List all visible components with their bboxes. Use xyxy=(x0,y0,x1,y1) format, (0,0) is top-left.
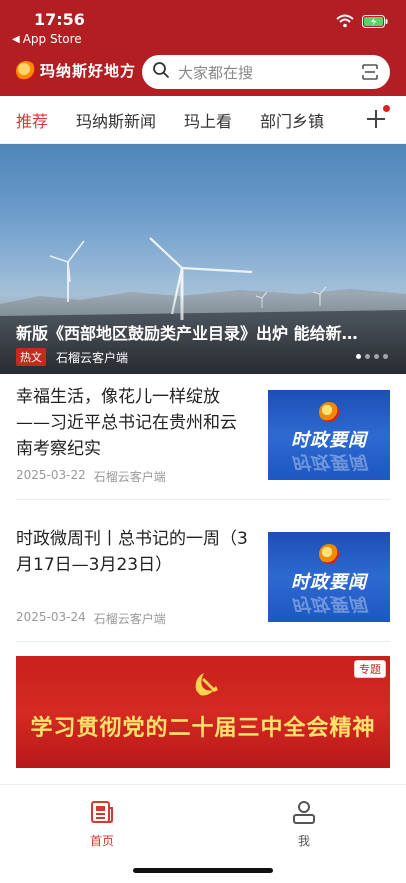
status-icons xyxy=(336,14,388,28)
new-dot xyxy=(383,105,390,112)
add-channel-icon[interactable] xyxy=(364,105,390,131)
home-indicator xyxy=(133,868,273,873)
user-icon xyxy=(293,801,315,824)
top-banner[interactable]: 新版《西部地区鼓励类产业目录》出炉 能给新… 热文 石榴云客户端 xyxy=(0,144,406,374)
thumbnail-text: 时政要闻 xyxy=(291,572,367,593)
news-date: 2025-03-24 xyxy=(16,610,86,624)
banner-title: 新版《西部地区鼓励类产业目录》出炉 能给新… xyxy=(16,324,358,343)
back-to-app-store[interactable]: ◀ App Store xyxy=(12,32,82,46)
news-title: 时政微周刊丨总书记的一周（3月17日—3月23日） xyxy=(16,529,248,575)
special-topic-banner[interactable]: 专题 学习贯彻党的二十届三中全会精神 xyxy=(16,656,390,768)
special-tag: 专题 xyxy=(354,660,386,678)
wifi-icon xyxy=(336,14,354,28)
news-thumbnail: 时政要闻 时政要闻 xyxy=(268,390,390,480)
tab-departments-towns[interactable]: 部门乡镇 xyxy=(246,108,338,132)
news-date: 2025-03-22 xyxy=(16,468,86,482)
back-triangle-icon: ◀ xyxy=(12,33,20,45)
banner-pagination xyxy=(356,354,388,359)
tab-ma-shang-kan[interactable]: 玛上看 xyxy=(170,108,246,132)
tab-recommend[interactable]: 推荐 xyxy=(0,108,62,132)
banner-meta: 热文 石榴云客户端 xyxy=(16,348,128,366)
news-source: 石榴云客户端 xyxy=(93,612,166,626)
app-header: 17:56 ◀ App Store 玛纳斯好地方 大家都在搜 xyxy=(0,0,406,96)
thumbnail-logo-icon xyxy=(319,544,339,564)
logo-text: 玛纳斯好地方 xyxy=(40,62,137,80)
thumbnail-logo-icon xyxy=(319,402,339,422)
news-source: 石榴云客户端 xyxy=(93,470,166,484)
nav-home[interactable]: 首页 xyxy=(72,799,132,849)
news-meta: 2025-03-24 石榴云客户端 xyxy=(16,610,166,627)
special-slogan: 学习贯彻党的二十届三中全会精神 xyxy=(30,716,376,741)
status-bar: 17:56 ◀ App Store xyxy=(0,0,406,46)
news-meta: 2025-03-22 石榴云客户端 xyxy=(16,468,166,485)
pagination-dot[interactable] xyxy=(383,354,388,359)
nav-me-label: 我 xyxy=(297,834,310,848)
thumbnail-reflection: 时政要闻 xyxy=(291,593,367,614)
banner-source: 石榴云客户端 xyxy=(56,350,129,365)
search-placeholder: 大家都在搜 xyxy=(178,63,254,82)
news-item[interactable]: 时政微周刊丨总书记的一周（3月17日—3月23日） 2025-03-24 石榴云… xyxy=(16,516,390,642)
pagination-dot[interactable] xyxy=(374,354,379,359)
thumbnail-reflection: 时政要闻 xyxy=(291,451,367,472)
news-thumbnail: 时政要闻 时政要闻 xyxy=(268,532,390,622)
newspaper-icon xyxy=(91,801,113,823)
status-time: 17:56 xyxy=(34,10,85,29)
nav-me[interactable]: 我 xyxy=(274,799,334,849)
back-app-label: App Store xyxy=(22,32,82,46)
category-tabs: 推荐 玛纳斯新闻 玛上看 部门乡镇 xyxy=(0,96,406,144)
scan-icon[interactable] xyxy=(360,62,380,82)
thumbnail-text: 时政要闻 xyxy=(291,430,367,451)
nav-home-label: 首页 xyxy=(89,834,114,848)
search-bar[interactable]: 大家都在搜 xyxy=(142,55,390,89)
news-title: 幸福生活，像花儿一样绽放——习近平总书记在贵州和云南考察纪实 xyxy=(16,387,237,459)
battery-charging-icon xyxy=(362,14,388,28)
pagination-dot[interactable] xyxy=(356,354,361,359)
pagination-dot[interactable] xyxy=(365,354,370,359)
tab-manas-news[interactable]: 玛纳斯新闻 xyxy=(62,108,170,132)
app-logo: 玛纳斯好地方 xyxy=(16,60,136,81)
news-item[interactable]: 幸福生活，像花儿一样绽放——习近平总书记在贵州和云南考察纪实 2025-03-2… xyxy=(16,374,390,500)
party-emblem-icon xyxy=(195,673,218,696)
search-icon xyxy=(152,61,170,83)
logo-mark-icon xyxy=(16,60,36,81)
hot-badge: 热文 xyxy=(16,348,46,366)
